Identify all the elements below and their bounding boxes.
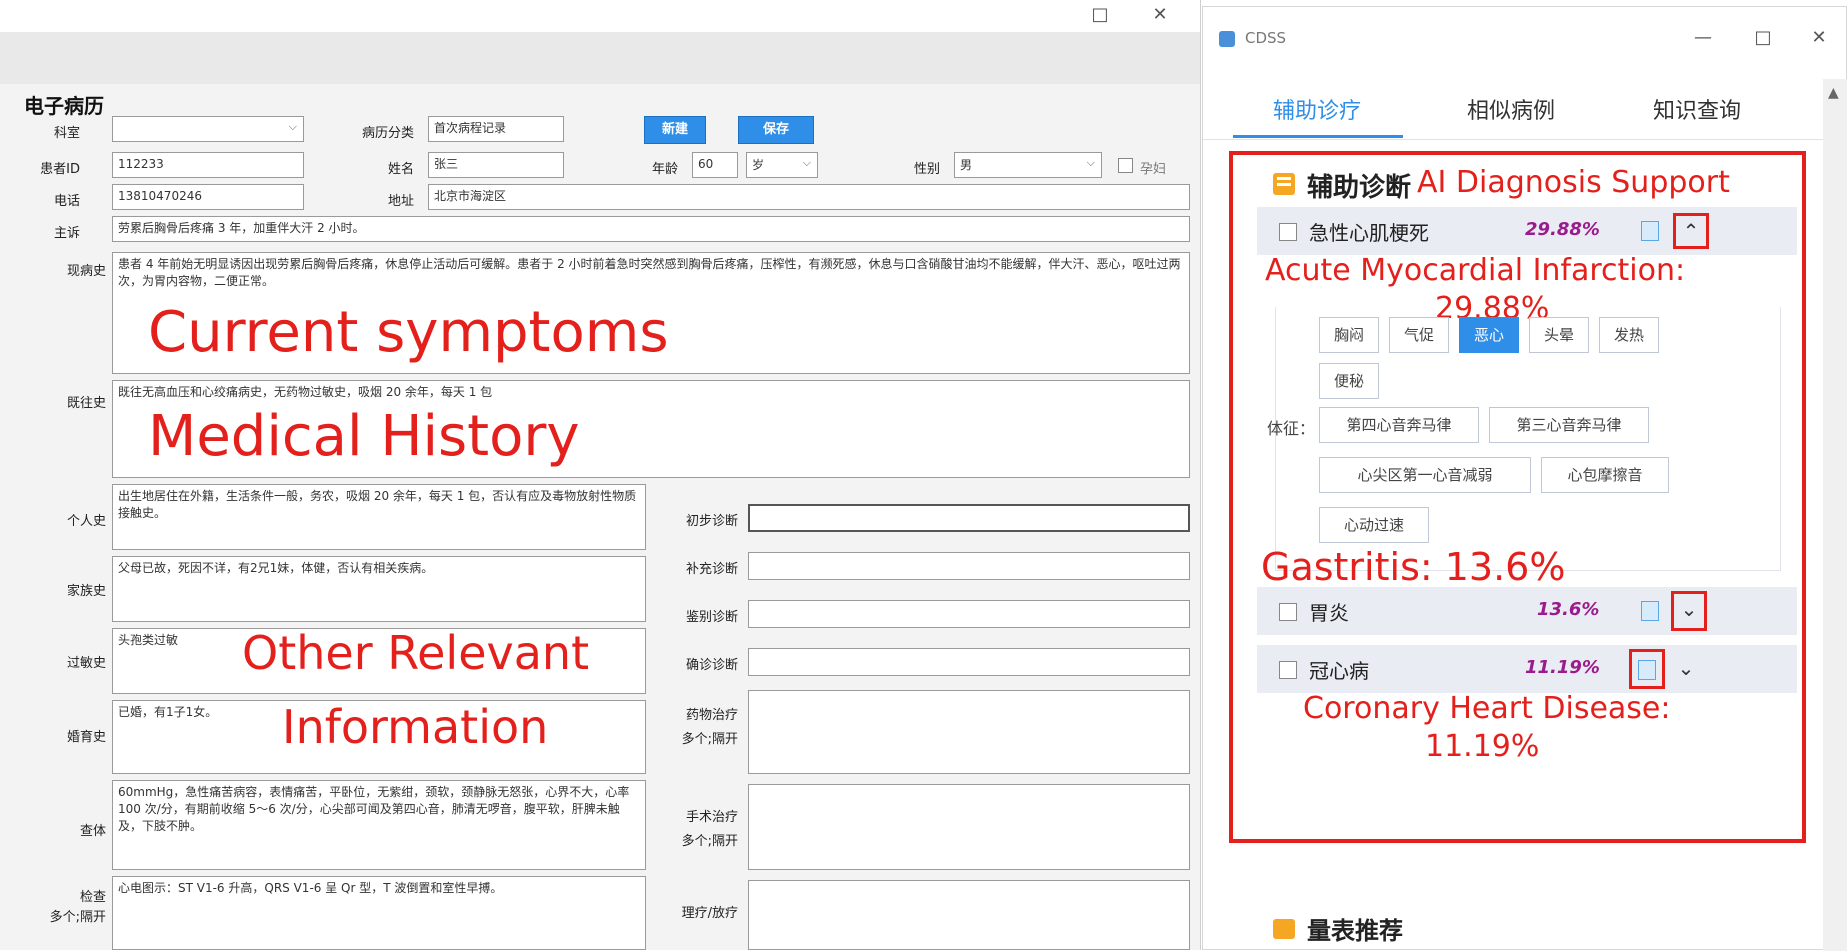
therapy-field[interactable] xyxy=(748,880,1190,950)
app-icon xyxy=(1219,31,1235,47)
scrollbar[interactable]: ▲ xyxy=(1823,79,1847,951)
save-button[interactable]: 保存 xyxy=(738,116,814,144)
gender-value: 男 xyxy=(960,158,973,172)
age-unit-select[interactable]: 岁 ⌵ xyxy=(746,152,818,178)
emr-title-bar: □ ✕ xyxy=(0,0,1200,32)
scale-section-icon xyxy=(1273,919,1295,939)
personal-history-field[interactable]: 出生地居住在外籍，生活条件一般，务农，吸烟 20 余年，每天 1 包，否认有应及… xyxy=(112,484,646,550)
tab-knowledge-query[interactable]: 知识查询 xyxy=(1607,93,1787,125)
record-type-label: 病历分类 xyxy=(361,126,414,141)
examination-field[interactable]: 心电图示：ST V1-6 升高，QRS V1-6 呈 Qr 型，T 波倒置和室性… xyxy=(112,876,646,950)
therapy-label: 理疗/放疗 xyxy=(681,906,738,921)
family-history-field[interactable]: 父母已故，死因不详，有2兄1妹，体健，否认有相关疾病。 xyxy=(112,556,646,622)
active-tab-indicator xyxy=(1233,135,1403,138)
minimize-button[interactable]: — xyxy=(1683,23,1723,53)
examination-hint: 多个;隔开 xyxy=(49,910,106,925)
drug-treatment-label: 药物治疗 xyxy=(685,708,738,723)
chevron-down-icon: ⌵ xyxy=(1086,156,1095,169)
physical-exam-label: 查体 xyxy=(79,824,106,839)
tab-assisted-diagnosis[interactable]: 辅助诊疗 xyxy=(1227,93,1407,125)
marital-history-label: 婚育史 xyxy=(66,730,106,745)
address-field[interactable]: 北京市海淀区 xyxy=(428,184,1190,210)
chief-complaint-label: 主诉 xyxy=(53,226,80,241)
record-type-field[interactable]: 首次病程记录 xyxy=(428,116,564,142)
tab-divider xyxy=(1203,139,1847,140)
medical-history-annotation: Medical History xyxy=(148,404,580,469)
differential-diagnosis-label: 鉴别诊断 xyxy=(685,610,738,625)
chief-complaint-field[interactable]: 劳累后胸骨后疼痛 3 年，加重伴大汗 2 小时。 xyxy=(112,216,1190,242)
department-label: 科室 xyxy=(53,126,80,141)
drug-treatment-hint: 多个;隔开 xyxy=(681,732,738,747)
gender-label: 性别 xyxy=(913,162,940,177)
close-button[interactable]: ✕ xyxy=(1799,23,1839,53)
personal-history-label: 个人史 xyxy=(66,514,106,529)
tab-similar-cases[interactable]: 相似病例 xyxy=(1421,93,1601,125)
address-label: 地址 xyxy=(387,194,414,209)
allergy-history-label: 过敏史 xyxy=(66,656,106,671)
present-illness-label: 现病史 xyxy=(66,264,106,279)
other-info-annotation-line2: Information xyxy=(282,700,549,754)
age-field[interactable]: 60 xyxy=(692,152,738,178)
page-title: 电子病历 xyxy=(24,94,104,118)
surgery-treatment-hint: 多个;隔开 xyxy=(681,834,738,849)
department-select[interactable]: ⌵ xyxy=(112,116,304,142)
maximize-button[interactable]: □ xyxy=(1080,0,1120,30)
diagnosis-highlight-frame xyxy=(1229,151,1806,843)
name-label: 姓名 xyxy=(387,162,414,177)
cdss-window-title: CDSS xyxy=(1245,29,1287,47)
supplementary-diagnosis-field[interactable] xyxy=(748,552,1190,580)
drug-treatment-field[interactable] xyxy=(748,690,1190,774)
supplementary-diagnosis-label: 补充诊断 xyxy=(685,562,738,577)
pregnant-label: 孕妇 xyxy=(1140,162,1167,177)
chevron-down-icon: ⌵ xyxy=(288,120,297,133)
patient-id-label: 患者ID xyxy=(40,162,80,177)
scale-section-title: 量表推荐 xyxy=(1307,917,1403,945)
gender-select[interactable]: 男 ⌵ xyxy=(954,152,1102,178)
confirmed-diagnosis-label: 确诊诊断 xyxy=(685,658,738,673)
differential-diagnosis-field[interactable] xyxy=(748,600,1190,628)
examination-label: 检查 xyxy=(79,890,106,905)
physical-exam-field[interactable]: 60mmHg，急性痛苦病容，表情痛苦，平卧位，无紫绀，颈软，颈静脉无怒张，心界不… xyxy=(112,780,646,870)
patient-id-field[interactable]: 112233 xyxy=(112,152,304,178)
close-button[interactable]: ✕ xyxy=(1140,0,1180,30)
surgery-treatment-field[interactable] xyxy=(748,784,1190,870)
emr-window: □ ✕ 电子病历 科室 ⌵ 病历分类 首次病程记录 新建 保存 患者ID 112… xyxy=(0,0,1201,950)
current-symptoms-annotation: Current symptoms xyxy=(148,300,669,365)
pregnant-checkbox[interactable] xyxy=(1118,158,1133,173)
new-button[interactable]: 新建 xyxy=(644,116,706,144)
chevron-down-icon: ⌵ xyxy=(802,156,811,169)
initial-diagnosis-field[interactable] xyxy=(748,504,1190,532)
initial-diagnosis-label: 初步诊断 xyxy=(685,514,738,529)
name-field[interactable]: 张三 xyxy=(428,152,564,178)
age-unit-value: 岁 xyxy=(752,158,765,172)
past-history-label: 既往史 xyxy=(66,396,106,411)
surgery-treatment-label: 手术治疗 xyxy=(685,810,738,825)
other-info-annotation-line1: Other Relevant xyxy=(242,626,590,680)
confirmed-diagnosis-field[interactable] xyxy=(748,648,1190,676)
age-label: 年龄 xyxy=(651,162,678,177)
cdss-window: CDSS — □ ✕ 辅助诊疗 相似病例 知识查询 ▲ 辅助诊断 AI Diag… xyxy=(1202,6,1847,951)
phone-label: 电话 xyxy=(53,194,80,209)
family-history-label: 家族史 xyxy=(66,584,106,599)
scroll-up-icon[interactable]: ▲ xyxy=(1828,85,1839,101)
phone-field[interactable]: 13810470246 xyxy=(112,184,304,210)
maximize-button[interactable]: □ xyxy=(1743,23,1783,53)
emr-toolbar xyxy=(0,32,1200,84)
